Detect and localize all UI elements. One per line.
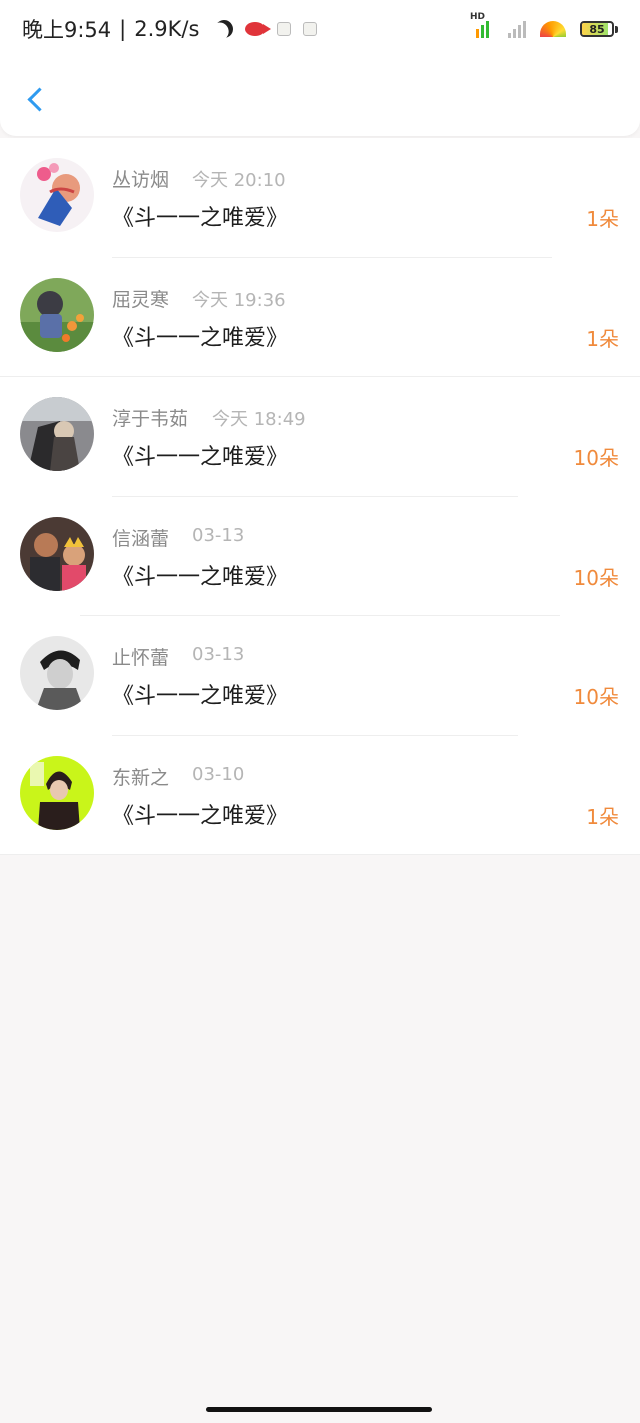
fish-icon bbox=[245, 22, 272, 36]
sender-name: 屈灵寒 bbox=[112, 288, 170, 311]
signal-hd-icon: HD bbox=[470, 12, 494, 38]
send-time: 今天 18:49 bbox=[212, 409, 306, 430]
battery-cap bbox=[615, 25, 618, 33]
avatar[interactable] bbox=[20, 516, 94, 591]
hd-label: HD bbox=[470, 12, 486, 22]
list-item[interactable]: 止怀蕾 03-13 《斗一一之唯爱》 10朵 bbox=[0, 616, 640, 736]
avatar-image bbox=[20, 397, 94, 471]
avatar[interactable] bbox=[20, 158, 94, 232]
pet-icon bbox=[277, 22, 292, 36]
sender-name: 淳于韦茹 bbox=[112, 408, 189, 430]
send-time: 03-10 bbox=[192, 763, 245, 785]
page: 晚上9:54 | 2.9K/s HD 85 丛访烟 今天 20:10 《斗一一之… bbox=[0, 0, 640, 1423]
book-title: 《斗一一之唯爱》 bbox=[112, 564, 289, 590]
sender-name: 信涵蕾 bbox=[112, 527, 170, 550]
status-left-icons bbox=[215, 20, 318, 38]
sender-name: 止怀蕾 bbox=[112, 647, 170, 669]
book-title: 《斗一一之唯爱》 bbox=[112, 684, 289, 709]
list-item[interactable]: 丛访烟 今天 20:10 《斗一一之唯爱》 1朵 bbox=[0, 138, 640, 258]
send-time: 03-13 bbox=[192, 524, 245, 546]
send-time: 今天 19:36 bbox=[192, 289, 286, 311]
book-title: 《斗一一之唯爱》 bbox=[112, 325, 289, 351]
home-indicator[interactable] bbox=[206, 1407, 432, 1412]
status-right: HD 85 bbox=[470, 12, 618, 38]
send-time: 03-13 bbox=[192, 644, 245, 665]
avatar-image bbox=[20, 516, 94, 591]
nav-bar bbox=[0, 58, 640, 136]
flower-amount: 10朵 bbox=[573, 565, 619, 590]
send-time: 今天 20:10 bbox=[192, 170, 286, 191]
avatar[interactable] bbox=[20, 397, 94, 471]
signal-icon bbox=[508, 20, 526, 38]
pet-icon bbox=[303, 22, 318, 36]
back-button[interactable] bbox=[20, 80, 52, 118]
sender-name: 丛访烟 bbox=[112, 169, 170, 191]
list-item[interactable]: 屈灵寒 今天 19:36 《斗一一之唯爱》 1朵 bbox=[0, 258, 640, 377]
moon-icon bbox=[212, 17, 237, 42]
gift-record-list: 丛访烟 今天 20:10 《斗一一之唯爱》 1朵 屈灵寒 今天 19:36 《斗… bbox=[0, 138, 640, 855]
avatar[interactable] bbox=[20, 277, 94, 352]
sender-name: 东新之 bbox=[112, 766, 170, 789]
list-item[interactable]: 淳于韦茹 今天 18:49 《斗一一之唯爱》 10朵 bbox=[0, 377, 640, 497]
list-item[interactable]: 东新之 03-10 《斗一一之唯爱》 1朵 bbox=[0, 736, 640, 855]
battery-level: 85 bbox=[589, 22, 605, 36]
avatar-image bbox=[20, 158, 94, 232]
status-separator: | bbox=[119, 17, 127, 41]
list-item[interactable]: 信涵蕾 03-13 《斗一一之唯爱》 10朵 bbox=[0, 497, 640, 616]
divider bbox=[0, 854, 640, 855]
avatar[interactable] bbox=[20, 755, 94, 830]
battery-body: 85 bbox=[580, 21, 614, 37]
flower-amount: 10朵 bbox=[573, 446, 619, 470]
wifi-rainbow-icon bbox=[540, 21, 566, 37]
book-title: 《斗一一之唯爱》 bbox=[112, 445, 289, 470]
avatar-image bbox=[20, 755, 94, 830]
avatar-image bbox=[20, 636, 94, 710]
book-title: 《斗一一之唯爱》 bbox=[112, 803, 289, 829]
book-title: 《斗一一之唯爱》 bbox=[112, 206, 289, 231]
avatar-image bbox=[20, 277, 94, 352]
chevron-left-icon bbox=[26, 86, 52, 112]
avatar[interactable] bbox=[20, 636, 94, 710]
status-bar: 晚上9:54 | 2.9K/s HD 85 bbox=[0, 0, 640, 58]
flower-amount: 10朵 bbox=[573, 685, 619, 709]
status-time: 晚上9:54 bbox=[22, 18, 112, 42]
flower-amount: 1朵 bbox=[586, 326, 619, 351]
battery-icon: 85 bbox=[580, 21, 618, 37]
flower-amount: 1朵 bbox=[586, 207, 619, 231]
flower-amount: 1朵 bbox=[586, 804, 619, 829]
network-speed: 2.9K/s bbox=[134, 17, 200, 41]
status-left: 晚上9:54 | 2.9K/s bbox=[22, 14, 318, 44]
